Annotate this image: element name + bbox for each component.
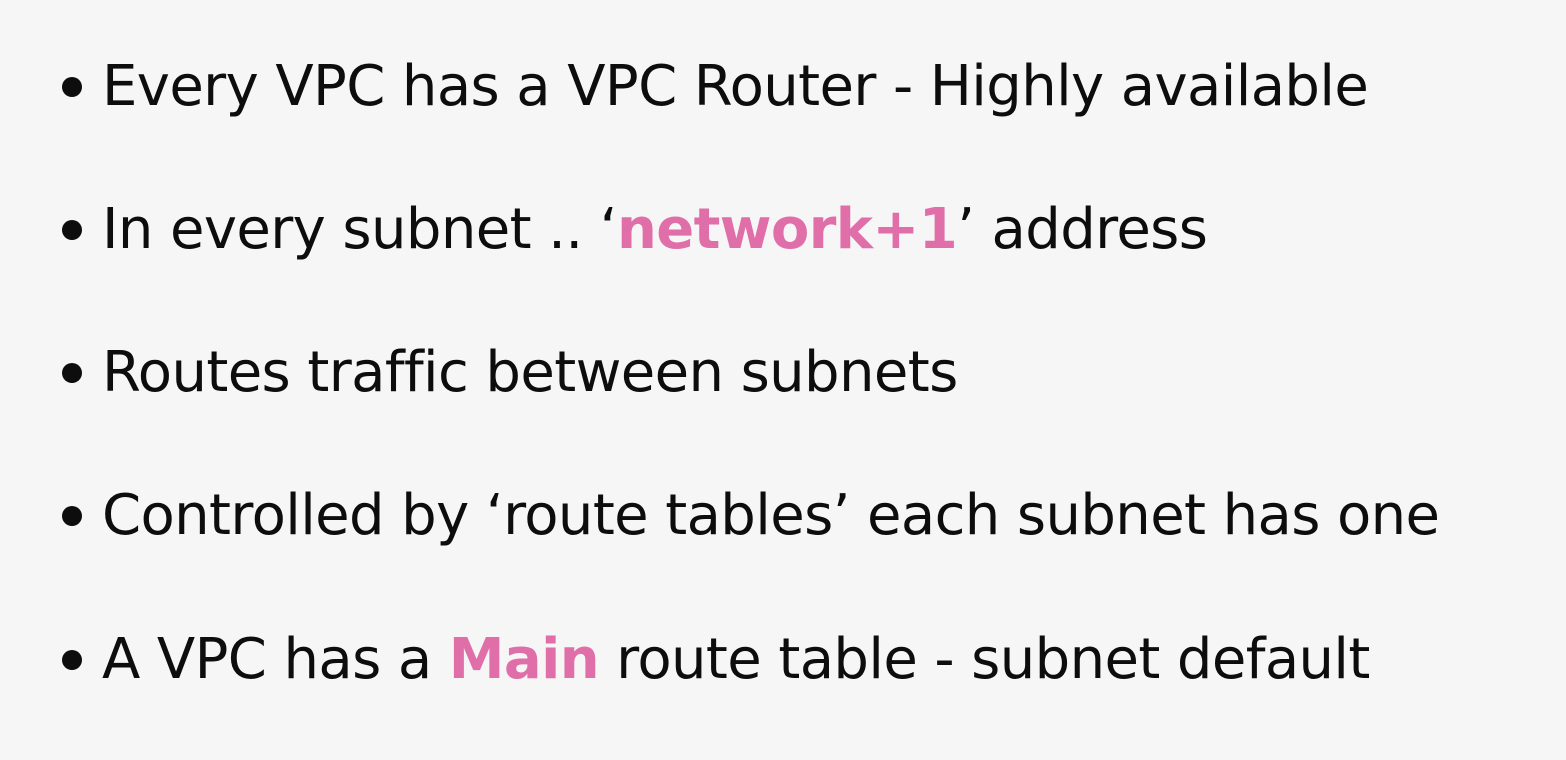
bullet-dot-icon	[62, 220, 82, 240]
bullet-item-network-plus-one: In every subnet .. ‘network+1’ address	[62, 190, 1208, 270]
bullet-item-vpc-router: Every VPC has a VPC Router - Highly avai…	[62, 47, 1369, 127]
bullet-text-before: A VPC has a	[102, 627, 449, 692]
bullet-text: Controlled by ‘route tables’ each subnet…	[102, 483, 1440, 548]
bullet-dot-icon	[62, 363, 82, 383]
bullet-text-after: ’ address	[957, 197, 1208, 262]
bullet-dot-icon	[62, 77, 82, 97]
bullet-text: A VPC has a Main route table - subnet de…	[102, 620, 1370, 700]
bullet-text-before: In every subnet .. ‘	[102, 197, 618, 262]
bullet-text: In every subnet .. ‘network+1’ address	[102, 190, 1208, 270]
bullet-item-route-tables: Controlled by ‘route tables’ each subnet…	[62, 476, 1440, 556]
bullet-item-routes-traffic: Routes traffic between subnets	[62, 333, 958, 413]
highlight-main: Main	[448, 627, 600, 692]
bullet-text: Routes traffic between subnets	[102, 340, 958, 405]
bullet-dot-icon	[62, 506, 82, 526]
bullet-dot-icon	[62, 650, 82, 670]
bullet-item-main-route-table: A VPC has a Main route table - subnet de…	[62, 620, 1370, 700]
bullet-text-after: route table - subnet default	[598, 627, 1370, 692]
highlight-network-plus-one: network+1	[616, 197, 958, 262]
slide: Every VPC has a VPC Router - Highly avai…	[0, 0, 1566, 760]
bullet-text: Every VPC has a VPC Router - Highly avai…	[102, 54, 1369, 119]
